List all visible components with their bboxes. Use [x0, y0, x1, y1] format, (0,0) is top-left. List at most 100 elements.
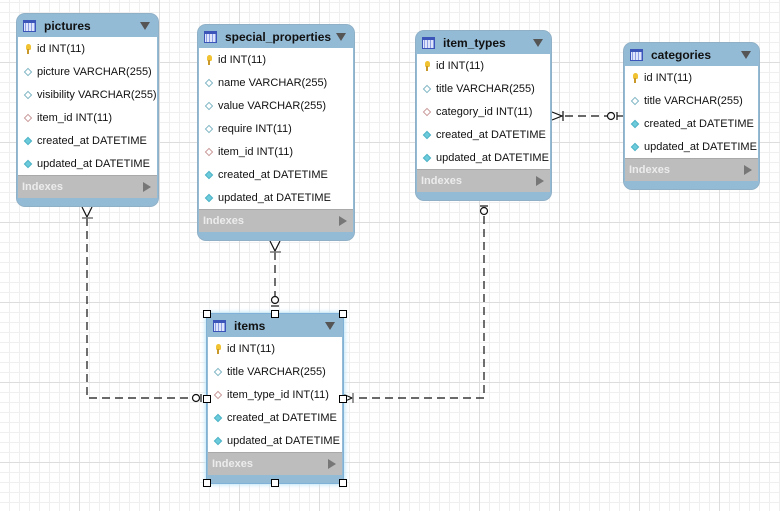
table-header[interactable]: special_properties [198, 25, 354, 48]
resize-handle-top[interactable] [271, 310, 279, 318]
not-null-diamond-icon [630, 142, 640, 151]
indexes-section[interactable]: Indexes [417, 169, 550, 192]
column-row[interactable]: created_at DATETIME [417, 123, 550, 146]
relationship-item-types-items[interactable] [342, 205, 489, 403]
column-row[interactable]: id INT(11) [18, 37, 157, 60]
column-row[interactable]: item_type_id INT(11) [208, 383, 342, 406]
column-label: created_at DATETIME [644, 117, 754, 130]
column-label: created_at DATETIME [37, 134, 147, 147]
expand-arrow-icon[interactable] [339, 216, 347, 226]
column-diamond-icon [23, 67, 33, 76]
collapse-caret-icon[interactable] [741, 50, 751, 59]
collapse-caret-icon[interactable] [336, 32, 346, 41]
table-header[interactable]: pictures [17, 14, 158, 37]
column-label: require INT(11) [218, 122, 292, 135]
column-row[interactable]: title VARCHAR(255) [417, 77, 550, 100]
collapse-caret-icon[interactable] [140, 21, 150, 30]
column-row[interactable]: value VARCHAR(255) [199, 94, 353, 117]
expand-arrow-icon[interactable] [143, 182, 151, 192]
column-row[interactable]: created_at DATETIME [625, 112, 758, 135]
indexes-label: Indexes [421, 175, 462, 187]
column-label: created_at DATETIME [227, 411, 337, 424]
column-row[interactable]: visibility VARCHAR(255) [18, 83, 157, 106]
table-icon [213, 319, 226, 332]
not-null-diamond-icon [23, 136, 33, 145]
relationship-categories-item-types[interactable] [551, 111, 624, 121]
column-row[interactable]: item_id INT(11) [18, 106, 157, 129]
table-title: item_types [443, 35, 506, 50]
column-row[interactable]: title VARCHAR(255) [625, 89, 758, 112]
column-row[interactable]: name VARCHAR(255) [199, 71, 353, 94]
column-row[interactable]: updated_at DATETIME [208, 429, 342, 452]
table-item-types[interactable]: item_types id INT(11) title VARCHAR(255)… [416, 31, 551, 200]
resize-handle-bottom-right[interactable] [339, 479, 347, 487]
table-special-properties[interactable]: special_properties id INT(11) name VARCH… [198, 25, 354, 240]
primary-key-icon [25, 43, 31, 54]
column-list: id INT(11) picture VARCHAR(255) visibili… [18, 37, 157, 175]
column-list: id INT(11) name VARCHAR(255) value VARCH… [199, 48, 353, 209]
table-icon [422, 36, 435, 49]
column-diamond-icon [204, 78, 214, 87]
resize-handle-bottom[interactable] [271, 479, 279, 487]
resize-handle-bottom-left[interactable] [203, 479, 211, 487]
table-pictures[interactable]: pictures id INT(11) picture VARCHAR(255)… [17, 14, 158, 206]
indexes-label: Indexes [22, 181, 63, 193]
column-row[interactable]: item_id INT(11) [199, 140, 353, 163]
column-list: id INT(11) title VARCHAR(255) category_i… [417, 54, 550, 169]
foreign-key-diamond-icon [23, 113, 33, 122]
column-row[interactable]: created_at DATETIME [199, 163, 353, 186]
column-label: updated_at DATETIME [644, 140, 757, 153]
table-title: special_properties [225, 29, 332, 44]
table-header[interactable]: item_types [416, 31, 551, 54]
column-label: item_id INT(11) [37, 111, 112, 124]
not-null-diamond-icon [422, 130, 432, 139]
column-label: item_type_id INT(11) [227, 388, 329, 401]
resize-handle-right[interactable] [339, 395, 347, 403]
column-row[interactable]: created_at DATETIME [18, 129, 157, 152]
column-row[interactable]: updated_at DATETIME [199, 186, 353, 209]
expand-arrow-icon[interactable] [328, 459, 336, 469]
column-label: name VARCHAR(255) [218, 76, 328, 89]
table-items[interactable]: items id INT(11) title VARCHAR(255) item… [207, 314, 343, 483]
collapse-caret-icon[interactable] [533, 38, 543, 47]
column-row[interactable]: category_id INT(11) [417, 100, 550, 123]
not-null-diamond-icon [204, 193, 214, 202]
table-header[interactable]: categories [624, 43, 759, 66]
relationship-items-pictures[interactable] [81, 206, 202, 403]
column-row[interactable]: updated_at DATETIME [625, 135, 758, 158]
collapse-caret-icon[interactable] [325, 321, 335, 330]
table-icon [204, 30, 217, 43]
column-diamond-icon [204, 101, 214, 110]
foreign-key-diamond-icon [213, 390, 223, 399]
not-null-diamond-icon [23, 159, 33, 168]
table-footer [198, 232, 354, 240]
expand-arrow-icon[interactable] [536, 176, 544, 186]
column-label: updated_at DATETIME [436, 151, 549, 164]
column-row[interactable]: created_at DATETIME [208, 406, 342, 429]
indexes-section[interactable]: Indexes [18, 175, 157, 198]
column-row[interactable]: id INT(11) [208, 337, 342, 360]
indexes-section[interactable]: Indexes [625, 158, 758, 181]
er-diagram-canvas[interactable]: pictures id INT(11) picture VARCHAR(255)… [0, 0, 780, 511]
column-label: picture VARCHAR(255) [37, 65, 152, 78]
column-diamond-icon [23, 90, 33, 99]
column-row[interactable]: title VARCHAR(255) [208, 360, 342, 383]
column-row[interactable]: updated_at DATETIME [417, 146, 550, 169]
column-row[interactable]: id INT(11) [625, 66, 758, 89]
resize-handle-top-right[interactable] [339, 310, 347, 318]
column-label: visibility VARCHAR(255) [37, 88, 157, 101]
expand-arrow-icon[interactable] [744, 165, 752, 175]
column-label: item_id INT(11) [218, 145, 293, 158]
table-categories[interactable]: categories id INT(11) title VARCHAR(255)… [624, 43, 759, 189]
relationship-items-special-properties[interactable] [269, 240, 281, 307]
column-row[interactable]: require INT(11) [199, 117, 353, 140]
column-label: title VARCHAR(255) [436, 82, 535, 95]
indexes-section[interactable]: Indexes [199, 209, 353, 232]
column-row[interactable]: updated_at DATETIME [18, 152, 157, 175]
column-row[interactable]: id INT(11) [199, 48, 353, 71]
column-row[interactable]: picture VARCHAR(255) [18, 60, 157, 83]
resize-handle-top-left[interactable] [203, 310, 211, 318]
column-row[interactable]: id INT(11) [417, 54, 550, 77]
indexes-section[interactable]: Indexes [208, 452, 342, 475]
resize-handle-left[interactable] [203, 395, 211, 403]
